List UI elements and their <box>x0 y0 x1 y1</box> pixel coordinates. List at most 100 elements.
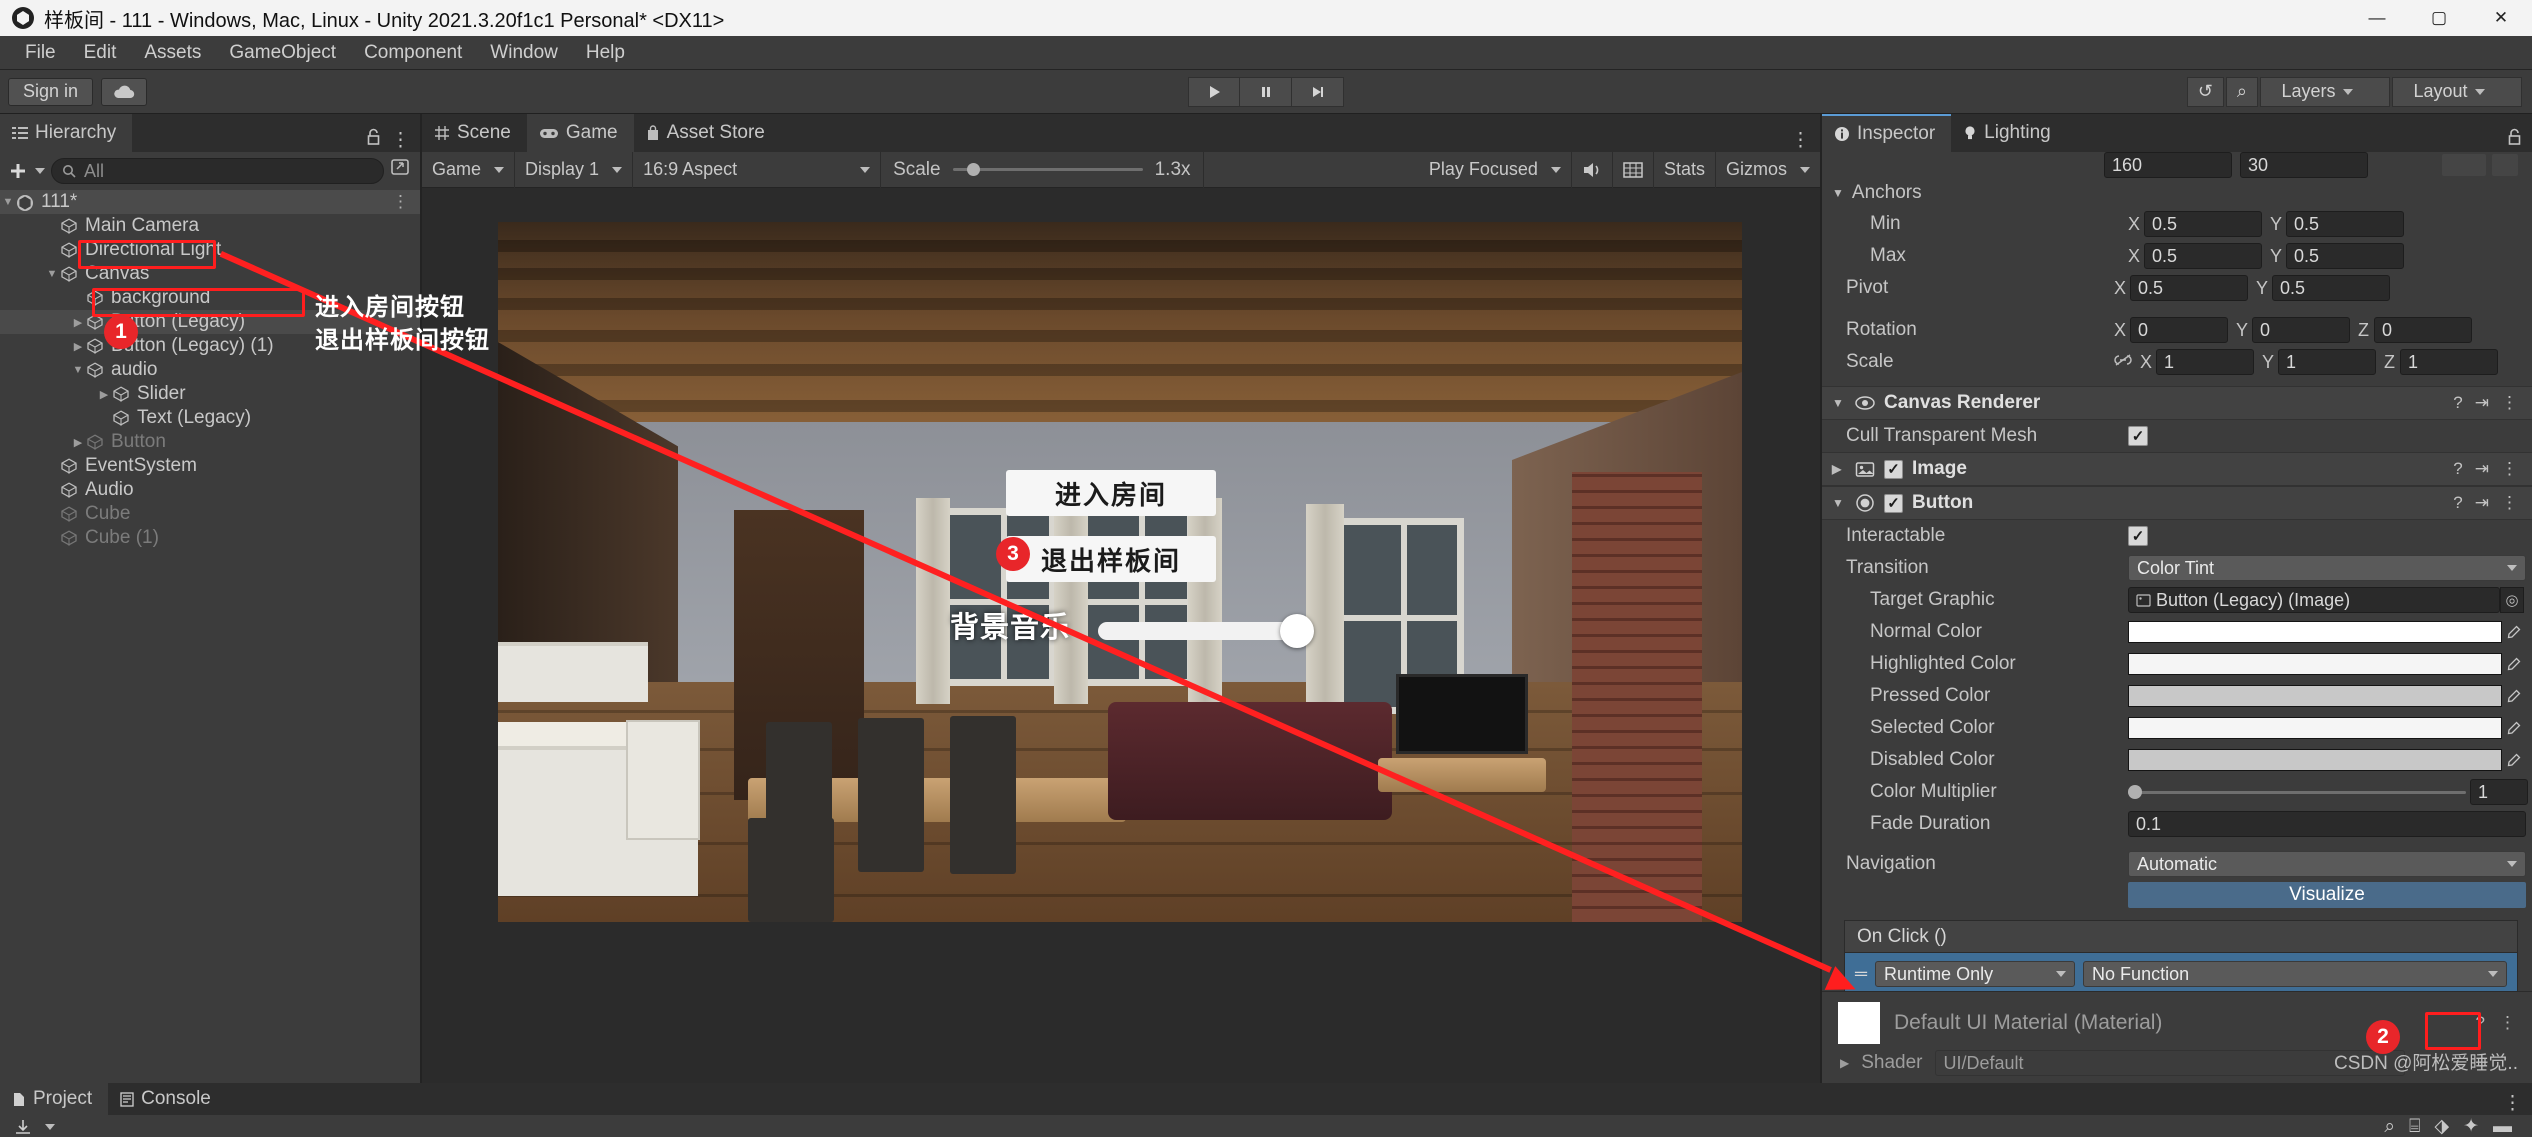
button-component-header[interactable]: ▼ ✓ Button ? ⇥ ⋮ <box>1822 486 2532 520</box>
rect-height-field[interactable]: 30 <box>2240 152 2368 178</box>
minimize-button[interactable]: — <box>2346 0 2408 36</box>
chevron-down-icon[interactable]: ▼ <box>70 364 86 376</box>
project-filter-icon[interactable]: ⌸ <box>2409 1116 2420 1137</box>
hierarchy-item-main-camera[interactable]: Main Camera <box>0 214 420 238</box>
tab-hierarchy[interactable]: Hierarchy <box>0 114 133 152</box>
close-button[interactable]: ✕ <box>2470 0 2532 36</box>
exit-room-button[interactable]: 退出样板间 <box>1006 536 1216 582</box>
image-enabled-checkbox[interactable]: ✓ <box>1884 459 1903 479</box>
tab-lighting[interactable]: Lighting <box>1951 114 2067 152</box>
hierarchy-item-button[interactable]: ▶ Button <box>0 430 420 454</box>
color-swatch[interactable] <box>2128 685 2502 707</box>
anchors-foldout[interactable]: ▼ Anchors <box>1822 178 2532 208</box>
color-swatch[interactable] <box>2128 653 2502 675</box>
color-swatch[interactable] <box>2128 749 2502 771</box>
component-menu-icon[interactable]: ⋮ <box>2501 393 2518 413</box>
visualize-button[interactable]: Visualize <box>2128 882 2526 908</box>
tab-project[interactable]: Project <box>0 1083 109 1115</box>
game-render-area[interactable]: 进入房间 退出样板间 背景音乐 <box>498 222 1742 922</box>
hierarchy-item-audio[interactable]: ▼ audio <box>0 358 420 382</box>
chevron-right-icon[interactable]: ▶ <box>70 316 86 329</box>
hierarchy-item-canvas[interactable]: ▼ Canvas <box>0 262 420 286</box>
anchor-min-y-field[interactable]: 0.5 <box>2286 211 2404 237</box>
hierarchy-item-slider[interactable]: ▶ Slider <box>0 382 420 406</box>
menu-gameobject[interactable]: GameObject <box>216 38 349 68</box>
chevron-down-icon[interactable]: ▼ <box>44 268 60 280</box>
color-swatch[interactable] <box>2128 621 2502 643</box>
tab-scene[interactable]: Scene <box>422 114 527 152</box>
game-view-canvas[interactable]: 进入房间 退出样板间 背景音乐 <box>422 188 1820 1083</box>
sign-in-button[interactable]: Sign in <box>8 77 94 106</box>
play-button[interactable] <box>1188 76 1240 107</box>
scale-z-field[interactable]: 1 <box>2400 349 2498 375</box>
layout-dropdown[interactable]: Layout <box>2392 76 2522 107</box>
fade-duration-field[interactable]: 0.1 <box>2128 811 2526 837</box>
navigation-dropdown[interactable]: Automatic <box>2128 851 2526 877</box>
preset-icon[interactable]: ⇥ <box>2475 393 2489 413</box>
help-icon[interactable]: ? <box>2476 1013 2485 1033</box>
preset-icon[interactable]: ⇥ <box>2475 493 2489 513</box>
interactable-checkbox[interactable]: ✓ <box>2128 526 2148 546</box>
event-mode-dropdown[interactable]: Runtime Only <box>1875 961 2076 987</box>
help-icon[interactable]: ? <box>2453 393 2462 413</box>
cull-transparent-mesh-checkbox[interactable]: ✓ <box>2128 426 2148 446</box>
stats-button[interactable]: Stats <box>1654 151 1716 188</box>
aspect-dropdown[interactable]: 16:9 Aspect <box>633 151 882 188</box>
menu-edit[interactable]: Edit <box>71 38 130 68</box>
project-star-icon[interactable]: ✦ <box>2463 1115 2479 1137</box>
scale-y-field[interactable]: 1 <box>2278 349 2376 375</box>
menu-component[interactable]: Component <box>351 38 475 68</box>
chevron-right-icon[interactable]: ▶ <box>1840 1056 1849 1070</box>
event-function-dropdown[interactable]: No Function <box>2083 961 2507 987</box>
chevron-right-icon[interactable]: ▶ <box>70 340 86 353</box>
layers-dropdown[interactable]: Layers <box>2260 76 2390 107</box>
anchor-min-x-field[interactable]: 0.5 <box>2144 211 2262 237</box>
tab-game[interactable]: Game <box>526 114 634 152</box>
game-target-dropdown[interactable]: Game <box>422 151 516 188</box>
music-volume-slider[interactable] <box>1098 614 1314 648</box>
component-menu-icon[interactable]: ⋮ <box>2501 493 2518 513</box>
scene-row-menu-icon[interactable]: ⋮ <box>392 192 420 212</box>
chevron-right-icon[interactable]: ▶ <box>96 388 112 401</box>
color-multiplier-value[interactable]: 1 <box>2470 779 2528 805</box>
hierarchy-search-input[interactable]: All <box>51 158 384 184</box>
eyedropper-icon[interactable] <box>2502 721 2524 736</box>
image-component-header[interactable]: ▶ ✓ Image ? ⇥ ⋮ <box>1822 452 2532 486</box>
hierarchy-menu-icon[interactable]: ⋮ <box>391 129 410 152</box>
pivot-y-field[interactable]: 0.5 <box>2272 275 2390 301</box>
gizmos-dropdown[interactable]: Gizmos <box>1716 152 1820 188</box>
project-zoom-slider[interactable]: ▬ <box>2493 1116 2512 1137</box>
link-off-icon[interactable] <box>2114 351 2132 373</box>
eyedropper-icon[interactable] <box>2502 689 2524 704</box>
anchor-max-x-field[interactable]: 0.5 <box>2144 243 2262 269</box>
play-mode-dropdown[interactable]: Play Focused <box>1419 151 1572 188</box>
hierarchy-item-directional-light[interactable]: Directional Light <box>0 238 420 262</box>
hierarchy-search-extra-icon[interactable] <box>390 158 412 184</box>
hierarchy-item-audio[interactable]: Audio <box>0 478 420 502</box>
tab-inspector[interactable]: Inspector <box>1822 114 1952 152</box>
lock-icon[interactable] <box>366 128 381 152</box>
tab-asset-store[interactable]: Asset Store <box>633 114 781 152</box>
color-multiplier-handle[interactable] <box>2128 785 2142 799</box>
scale-slider-handle[interactable] <box>966 163 980 176</box>
color-swatch[interactable] <box>2128 717 2502 739</box>
project-search-icon[interactable]: ⌕ <box>2384 1116 2395 1137</box>
transition-dropdown[interactable]: Color Tint <box>2128 555 2526 581</box>
hierarchy-item-eventsystem[interactable]: EventSystem <box>0 454 420 478</box>
cloud-icon[interactable] <box>101 77 148 106</box>
blueprint-mode-icon[interactable] <box>2492 154 2518 176</box>
hierarchy-item-text-legacy[interactable]: Text (Legacy) <box>0 406 420 430</box>
menu-file[interactable]: File <box>12 38 69 68</box>
chevron-down-icon[interactable]: ▼ <box>1832 496 1846 510</box>
canvas-renderer-header[interactable]: ▼ Canvas Renderer ? ⇥ ⋮ <box>1822 386 2532 420</box>
button-enabled-checkbox[interactable]: ✓ <box>1884 493 1903 513</box>
chevron-right-icon[interactable]: ▶ <box>1832 462 1846 476</box>
color-multiplier-slider[interactable] <box>2128 779 2466 805</box>
collab-history-icon[interactable]: ↺ <box>2186 76 2224 107</box>
pause-button[interactable] <box>1240 76 1292 107</box>
anchor-preset-icon[interactable] <box>2442 154 2486 176</box>
chevron-down-icon[interactable]: ▼ <box>1832 396 1846 410</box>
project-label-icon[interactable]: ⬗ <box>2434 1115 2449 1137</box>
mute-audio-icon[interactable] <box>1572 151 1613 188</box>
enter-room-button[interactable]: 进入房间 <box>1006 470 1216 516</box>
